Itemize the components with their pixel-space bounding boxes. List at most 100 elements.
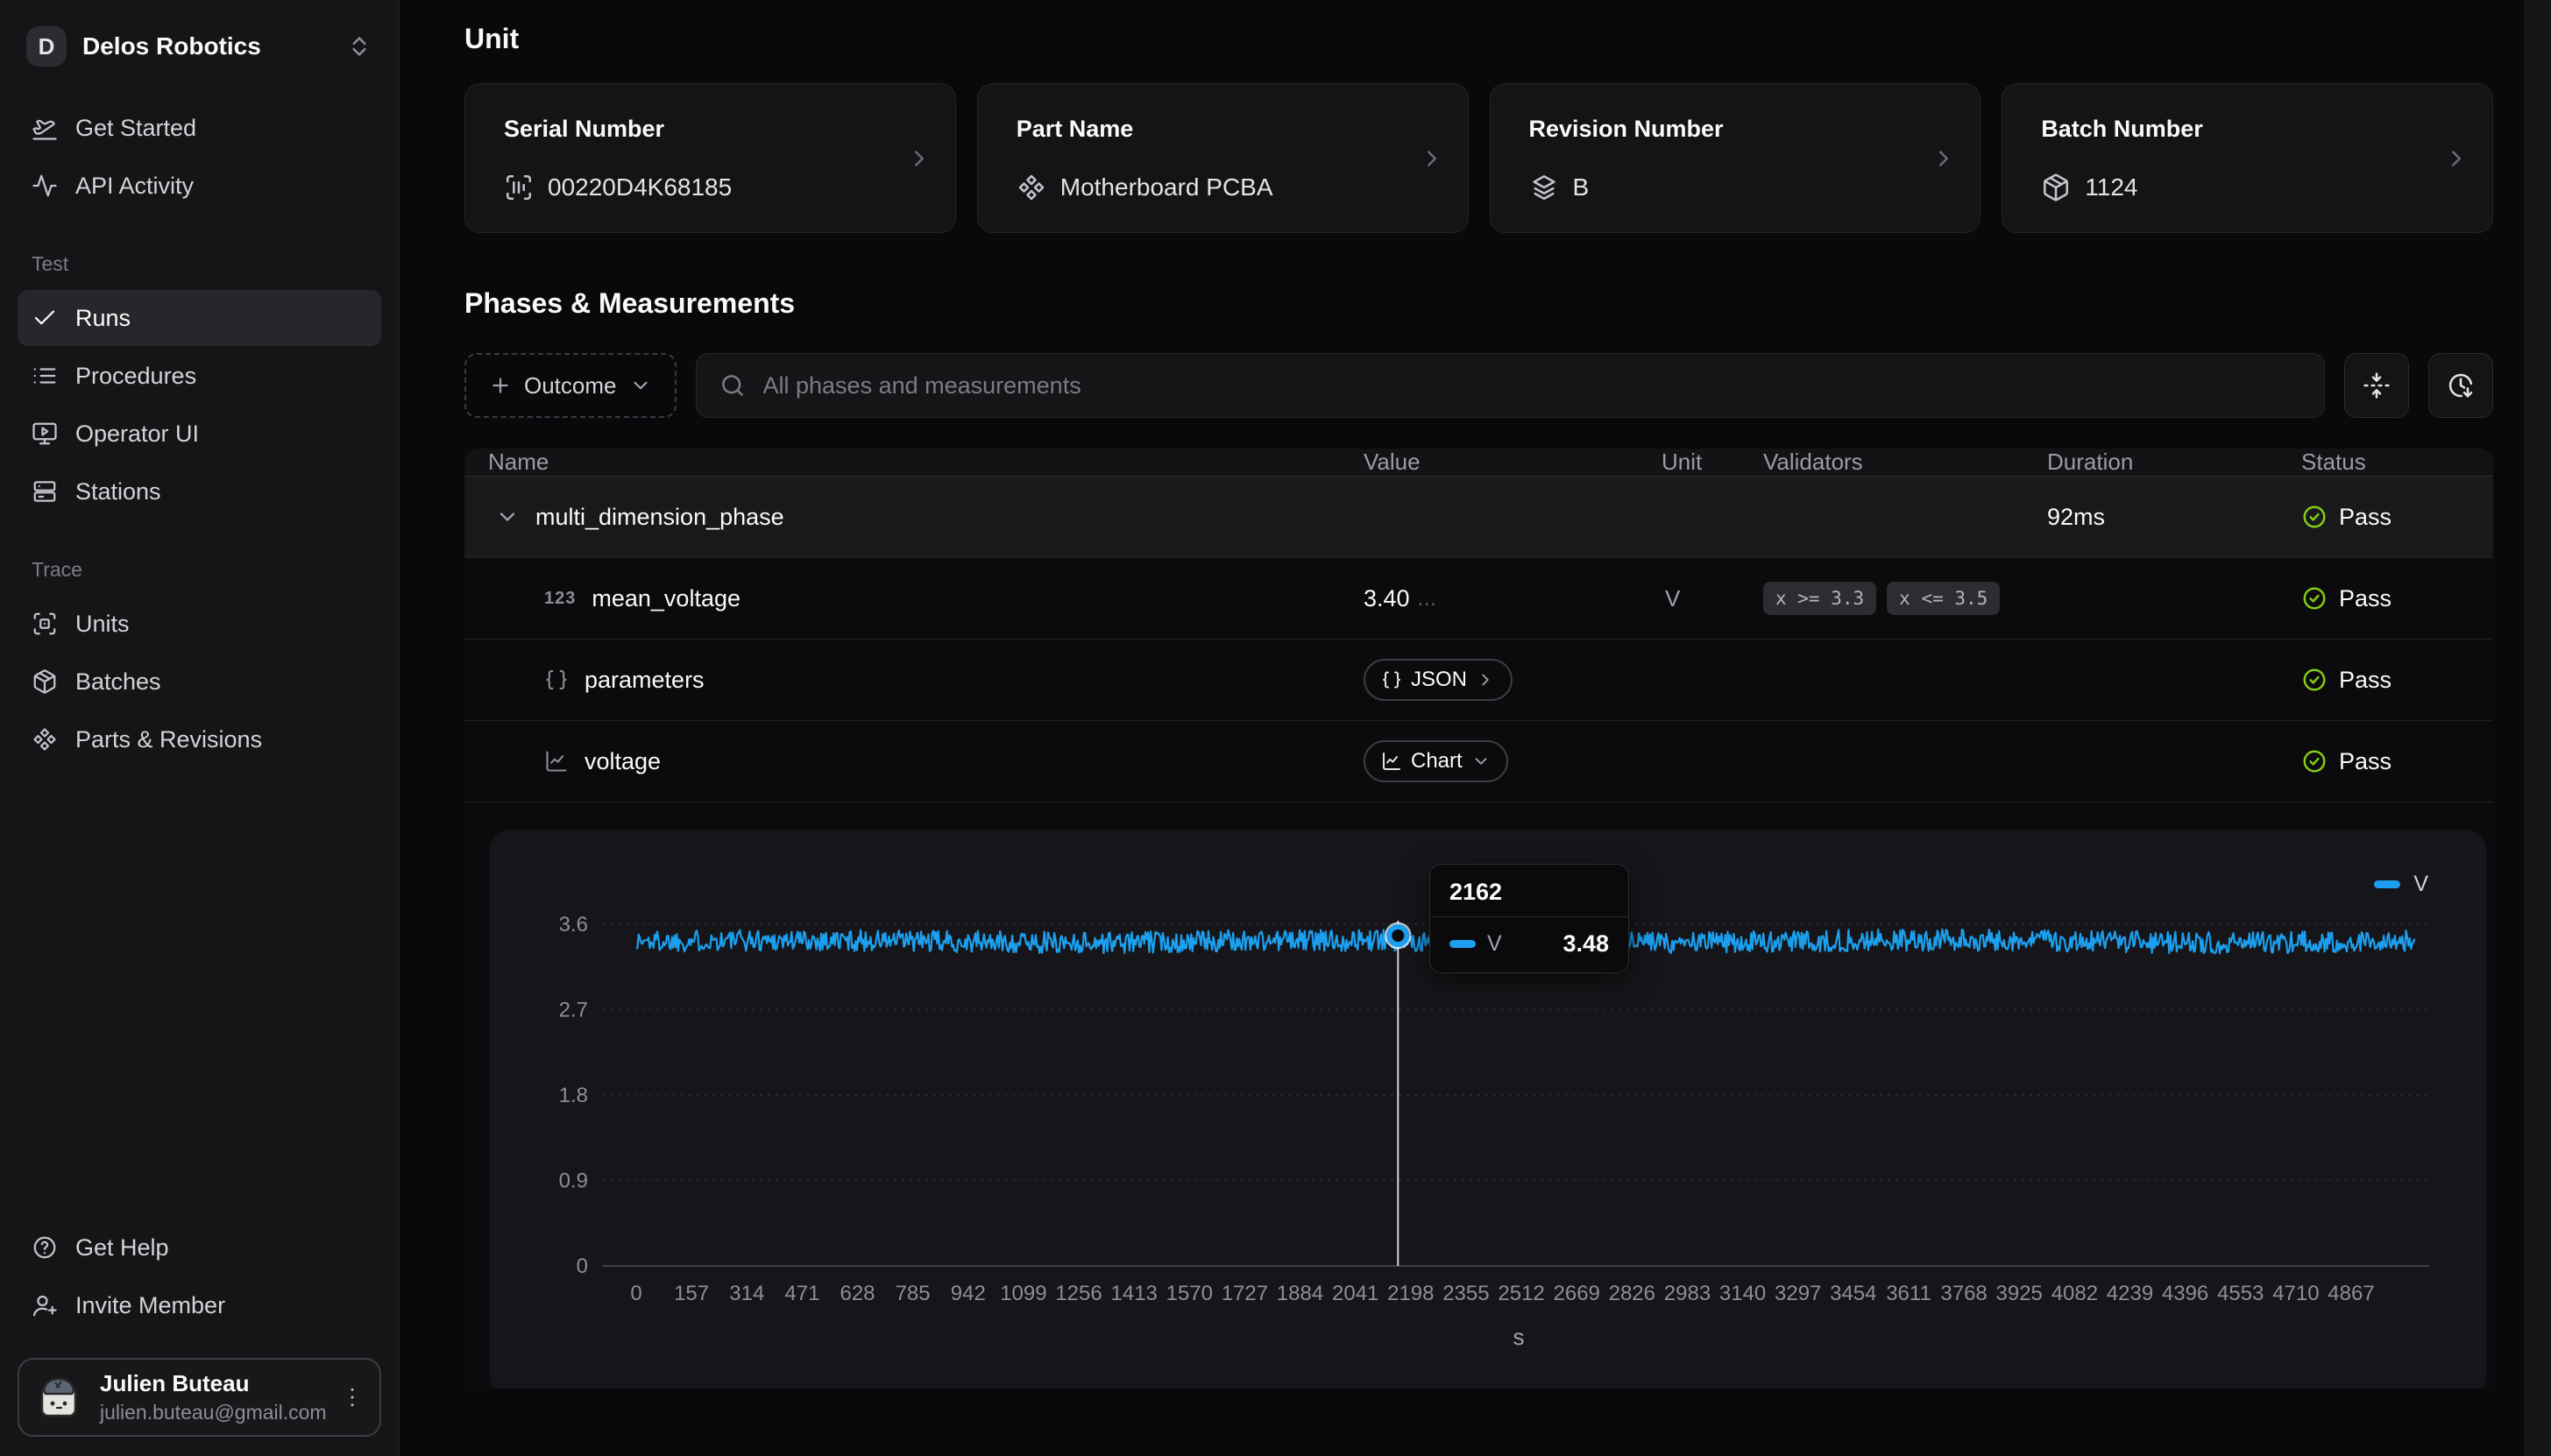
x-tick-label: 157: [674, 1282, 709, 1305]
table-row-mean-voltage[interactable]: 123mean_voltage3.40…Vx >= 3.3x <= 3.5Pas…: [464, 558, 2493, 640]
section-title: Phases & Measurements: [464, 287, 2493, 320]
search-input[interactable]: [762, 371, 2302, 400]
x-tick-label: 4867: [2328, 1282, 2374, 1305]
card-label: Batch Number: [2041, 116, 2454, 143]
history-button[interactable]: [2428, 353, 2493, 418]
tooltip-series-name: V: [1487, 931, 1502, 957]
layers-icon: [1529, 173, 1559, 202]
outcome-filter-button[interactable]: Outcome: [464, 353, 677, 418]
column-header-unit: Unit: [1662, 449, 1763, 476]
card-label: Part Name: [1017, 116, 1429, 143]
scrollbar[interactable]: [2525, 0, 2551, 1456]
x-tick-label: 4553: [2217, 1282, 2264, 1305]
card-value: 00220D4K68185: [548, 173, 732, 201]
sidebar-item-label: Procedures: [75, 363, 196, 390]
x-tick-label: 4710: [2272, 1282, 2319, 1305]
sidebar-item-operator-ui[interactable]: Operator UI: [18, 406, 381, 462]
sidebar-item-get-help[interactable]: Get Help: [18, 1219, 381, 1276]
sidebar-item-parts-revisions[interactable]: Parts & Revisions: [18, 711, 381, 767]
fold-vertical-icon: [2363, 371, 2391, 399]
x-tick-label: 3611: [1886, 1282, 1931, 1305]
pill-label: Chart: [1411, 749, 1463, 774]
search-icon: [719, 372, 746, 399]
unit-card-revision-number[interactable]: Revision NumberB: [1490, 83, 1981, 233]
json-pill-button[interactable]: JSON: [1364, 659, 1513, 701]
tofu-avatar-illustration: [33, 1372, 84, 1423]
status-label: Pass: [2339, 504, 2392, 531]
sidebar-item-batches[interactable]: Batches: [18, 654, 381, 710]
chart-legend[interactable]: V: [2374, 872, 2428, 897]
box-icon: [2041, 173, 2071, 202]
circle-check-icon: [2301, 748, 2328, 774]
sidebar-item-label: Get Help: [75, 1234, 169, 1262]
search-bar[interactable]: [696, 353, 2326, 418]
chevron-right-icon: [1476, 670, 1495, 689]
value-cell: JSON: [1364, 659, 1662, 701]
unit-cards: Serial Number00220D4K68185Part NameMothe…: [464, 83, 2493, 233]
status-cell: Pass: [2301, 667, 2493, 694]
status-label: Pass: [2339, 585, 2392, 612]
chevron-right-icon: [906, 145, 932, 172]
toolbar: Outcome: [464, 353, 2493, 418]
x-tick-label: 785: [896, 1282, 931, 1305]
tooltip-series-row: V 3.48: [1430, 917, 1628, 972]
collapse-all-button[interactable]: [2344, 353, 2409, 418]
component-icon: [32, 726, 58, 753]
table-row-multi-dimension-phase[interactable]: multi_dimension_phase92msPass: [464, 477, 2493, 558]
user-plus-icon: [32, 1292, 58, 1318]
unit-card-part-name[interactable]: Part NameMotherboard PCBA: [977, 83, 1469, 233]
x-tick-label: 2983: [1664, 1282, 1711, 1305]
status-cell: Pass: [2301, 504, 2493, 531]
sidebar-item-procedures[interactable]: Procedures: [18, 348, 381, 404]
unit-cell: V: [1662, 585, 1763, 612]
sidebar-item-label: Stations: [75, 478, 161, 505]
check-icon: [32, 305, 58, 331]
sidebar: D Delos Robotics Get StartedAPI Activity…: [0, 0, 400, 1456]
x-tick-label: 2355: [1442, 1282, 1489, 1305]
card-value-row: 1124: [2041, 173, 2454, 202]
y-tick-label: 0: [577, 1255, 588, 1278]
chevron-right-icon: [1419, 145, 1445, 172]
chevron-right-icon: [1931, 145, 1957, 172]
user-meta: Julien Buteau julien.buteau@gmail.com: [100, 1370, 323, 1424]
x-tick-label: 1413: [1111, 1282, 1158, 1305]
sidebar-item-runs[interactable]: Runs: [18, 290, 381, 346]
sidebar-item-get-started[interactable]: Get Started: [18, 100, 381, 156]
x-tick-label: 471: [784, 1282, 819, 1305]
table-row-voltage[interactable]: voltageChartPass: [464, 721, 2493, 802]
row-name: parameters: [585, 667, 705, 694]
unit-card-batch-number[interactable]: Batch Number 1124: [2002, 83, 2493, 233]
x-tick-label: 1570: [1166, 1282, 1213, 1305]
kebab-menu-icon[interactable]: [339, 1384, 365, 1410]
card-value: 1124: [2085, 173, 2137, 201]
sidebar-item-stations[interactable]: Stations: [18, 463, 381, 519]
monitor-play-icon: [32, 421, 58, 447]
name-cell: parameters: [488, 667, 1364, 694]
sidebar-item-invite-member[interactable]: Invite Member: [18, 1277, 381, 1333]
x-tick-label: 2669: [1554, 1282, 1600, 1305]
nav-section-label-trace: Trace: [32, 558, 367, 582]
user-card[interactable]: Julien Buteau julien.buteau@gmail.com: [18, 1358, 381, 1437]
chevron-down-icon: [629, 374, 652, 397]
duration-cell: 92ms: [2047, 504, 2301, 531]
scan-icon: [32, 611, 58, 637]
chart-cursor-dot: [1389, 927, 1407, 944]
workspace-switcher[interactable]: D Delos Robotics: [18, 19, 381, 74]
braces-icon: [1381, 669, 1402, 690]
column-header-status: Status: [2301, 449, 2493, 476]
sidebar-item-api-activity[interactable]: API Activity: [18, 158, 381, 214]
row-name: mean_voltage: [592, 585, 740, 612]
x-tick-label: 2041: [1332, 1282, 1378, 1305]
workspace-name: Delos Robotics: [82, 32, 330, 60]
sidebar-item-units[interactable]: Units: [18, 596, 381, 652]
circle-check-icon: [2301, 585, 2328, 611]
column-header-validators: Validators: [1763, 449, 2047, 476]
x-tick-label: 314: [729, 1282, 764, 1305]
unit-card-serial-number[interactable]: Serial Number00220D4K68185: [464, 83, 956, 233]
x-axis-unit-label: s: [1513, 1324, 1525, 1350]
page-title: Unit: [464, 23, 2493, 55]
chart-pill-button[interactable]: Chart: [1364, 740, 1508, 782]
y-tick-label: 3.6: [559, 913, 588, 937]
x-tick-label: 1727: [1222, 1282, 1268, 1305]
table-row-parameters[interactable]: parameters JSON Pass: [464, 640, 2493, 721]
